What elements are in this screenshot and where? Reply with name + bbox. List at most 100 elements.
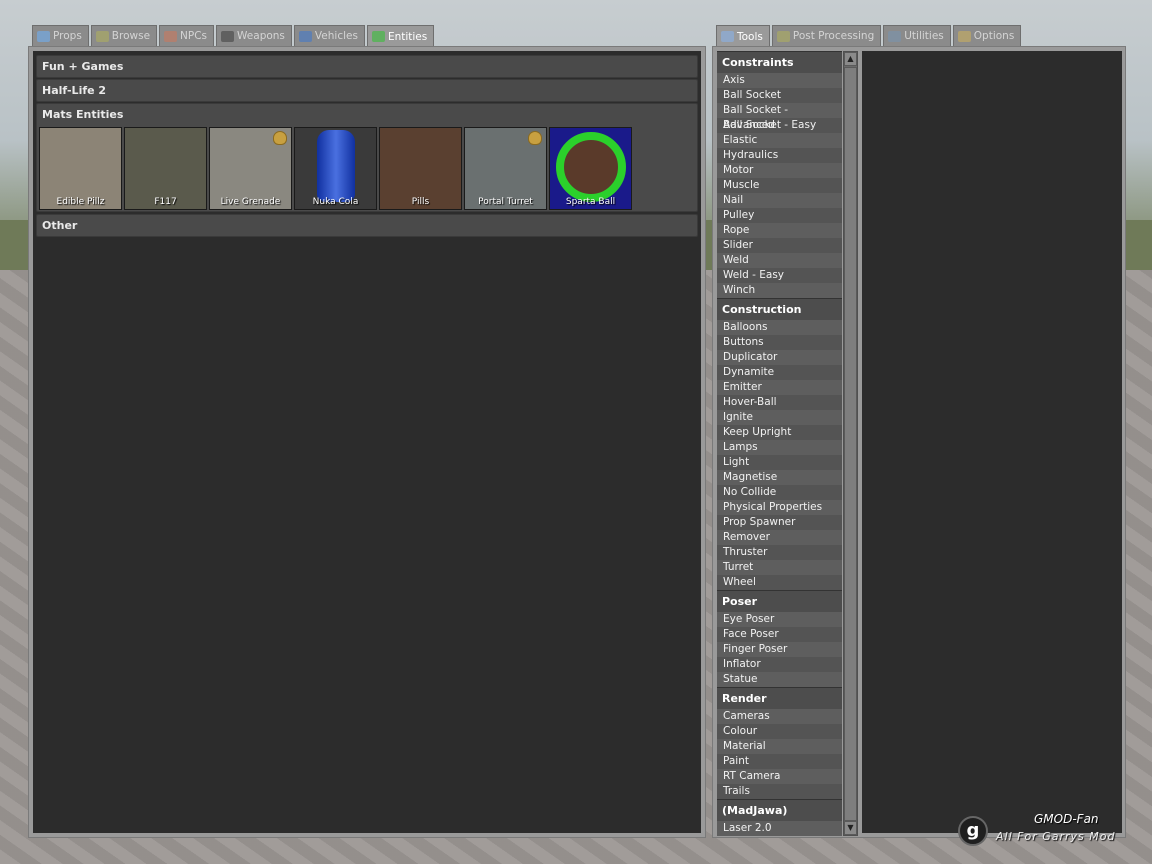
tool-item[interactable]: Weld — [717, 253, 842, 268]
entity-nuka-cola[interactable]: Nuka Cola — [294, 127, 377, 210]
tool-item[interactable]: Motor — [717, 163, 842, 178]
spawn-tab-npcs[interactable]: NPCs — [159, 25, 215, 46]
tool-item[interactable]: Muscle — [717, 178, 842, 193]
tab-label: Post Processing — [792, 30, 875, 42]
tab-label: Options — [973, 30, 1015, 42]
tool-item[interactable]: Remover — [717, 530, 842, 545]
tool-item[interactable]: Ball Socket — [717, 88, 842, 103]
tool-item[interactable]: Axis — [717, 73, 842, 88]
tool-item[interactable]: Buttons — [717, 335, 842, 350]
browse-icon — [95, 30, 109, 42]
category-half-life-2[interactable]: Half-Life 2 — [36, 79, 698, 102]
tool-item[interactable]: Emitter — [717, 380, 842, 395]
tool-settings-area — [862, 51, 1122, 833]
tool-group-header[interactable]: Render — [717, 687, 842, 709]
tab-label: Tools — [737, 30, 763, 43]
tool-list-scrollbar[interactable]: ▲ ▼ — [843, 51, 858, 836]
scroll-down-button[interactable]: ▼ — [844, 821, 857, 835]
tool-item[interactable]: Cameras — [717, 709, 842, 724]
tool-item[interactable]: Ignite — [717, 410, 842, 425]
tool-group-header[interactable]: Poser — [717, 590, 842, 612]
tool-item[interactable]: Turret — [717, 560, 842, 575]
admin-shield-icon — [528, 131, 542, 145]
tool-item[interactable]: Prop Spawner — [717, 515, 842, 530]
spawn-tab-browse[interactable]: Browse — [90, 25, 158, 46]
tool-item[interactable]: Magnetise — [717, 470, 842, 485]
tool-item[interactable]: Material — [717, 739, 842, 754]
tool-item[interactable]: Paint — [717, 754, 842, 769]
tool-item[interactable]: Ball Socket - Advanced — [717, 103, 842, 131]
tool-tab-utilities[interactable]: Utilities — [883, 25, 951, 46]
tab-label: Props — [53, 30, 82, 42]
sparta-ball-icon — [556, 132, 626, 202]
tool-item[interactable]: Pulley — [717, 208, 842, 223]
tool-item[interactable]: Balloons — [717, 320, 842, 335]
entity-f117[interactable]: F117 — [124, 127, 207, 210]
tool-group-items: Laser 2.0 — [717, 821, 842, 836]
watermark-line2: All For Garrys Mod — [996, 830, 1116, 843]
spawn-tab-props[interactable]: Props — [32, 25, 89, 46]
utilities-icon — [888, 30, 902, 42]
admin-shield-icon — [273, 131, 287, 145]
weapons-icon — [221, 30, 235, 42]
tool-tab-tools[interactable]: Tools — [716, 25, 770, 47]
tool-list: Constraints Axis Ball Socket Ball Socket - … — [717, 51, 842, 836]
tool-item[interactable]: Light — [717, 455, 842, 470]
tool-item[interactable]: Weld - Easy — [717, 268, 842, 283]
tool-tab-post-processing[interactable]: Post Processing — [771, 25, 882, 46]
tool-item[interactable]: Rope — [717, 223, 842, 238]
entity-pills[interactable]: Pills — [379, 127, 462, 210]
scroll-thumb[interactable] — [844, 67, 857, 821]
tool-item[interactable]: RT Camera — [717, 769, 842, 784]
tool-group-header[interactable]: Constraints — [717, 51, 842, 73]
spawn-menu-tabs: Props Browse NPCs Weapons Vehicles Entities — [32, 25, 435, 47]
spawn-tab-entities[interactable]: Entities — [366, 25, 435, 47]
tab-label: NPCs — [180, 30, 208, 42]
spawn-tab-vehicles[interactable]: Vehicles — [293, 25, 365, 46]
tool-item[interactable]: Winch — [717, 283, 842, 298]
category-fun-games[interactable]: Fun + Games — [36, 55, 698, 78]
tool-item[interactable]: Dynamite — [717, 365, 842, 380]
tab-label: Entities — [387, 30, 428, 43]
options-icon — [957, 30, 971, 42]
tool-item[interactable]: Ball Socket - Easy — [717, 118, 842, 133]
entity-live-grenade[interactable]: Live Grenade — [209, 127, 292, 210]
bottle-icon — [317, 130, 355, 202]
watermark-line1: GMOD-Fan — [1034, 812, 1099, 826]
tool-item[interactable]: Face Poser — [717, 627, 842, 642]
tool-item[interactable]: No Collide — [717, 485, 842, 500]
entity-portal-turret[interactable]: Portal Turret — [464, 127, 547, 210]
tool-item[interactable]: Thruster — [717, 545, 842, 560]
tool-item[interactable]: Inflator — [717, 657, 842, 672]
tool-item[interactable]: Duplicator — [717, 350, 842, 365]
tool-group-header[interactable]: (MadJawa) — [717, 799, 842, 821]
spawn-tab-weapons[interactable]: Weapons — [216, 25, 292, 46]
tool-item[interactable]: Finger Poser — [717, 642, 842, 657]
tool-tab-options[interactable]: Options — [952, 25, 1022, 46]
tool-item[interactable]: Laser 2.0 — [717, 821, 842, 836]
tool-item[interactable]: Slider — [717, 238, 842, 253]
category-other[interactable]: Other — [36, 214, 698, 237]
spawn-content: Fun + Games Half-Life 2 Mats Entities Ed… — [33, 51, 701, 833]
category-header: Mats Entities — [42, 108, 124, 121]
tool-item[interactable]: Hover-Ball — [717, 395, 842, 410]
tool-item[interactable]: Lamps — [717, 440, 842, 455]
tool-item[interactable]: Wheel — [717, 575, 842, 590]
tab-label: Vehicles — [314, 30, 358, 42]
tool-item[interactable]: Trails — [717, 784, 842, 799]
tool-item[interactable]: Colour — [717, 724, 842, 739]
tool-item[interactable]: Elastic — [717, 133, 842, 148]
category-mats-entities[interactable]: Mats Entities Edible Pillz F117 Live Grena… — [36, 103, 698, 212]
tool-item[interactable]: Statue — [717, 672, 842, 687]
tool-group-header[interactable]: Construction — [717, 298, 842, 320]
tool-item[interactable]: Hydraulics — [717, 148, 842, 163]
tool-item[interactable]: Nail — [717, 193, 842, 208]
tool-item[interactable]: Eye Poser — [717, 612, 842, 627]
entities-icon — [371, 31, 385, 42]
entity-sparta-ball[interactable]: Sparta Ball — [549, 127, 632, 210]
entity-label: Live Grenade — [220, 197, 281, 207]
scroll-up-button[interactable]: ▲ — [844, 52, 857, 66]
tool-item[interactable]: Physical Properties — [717, 500, 842, 515]
tool-item[interactable]: Keep Upright — [717, 425, 842, 440]
entity-edible-pillz[interactable]: Edible Pillz — [39, 127, 122, 210]
